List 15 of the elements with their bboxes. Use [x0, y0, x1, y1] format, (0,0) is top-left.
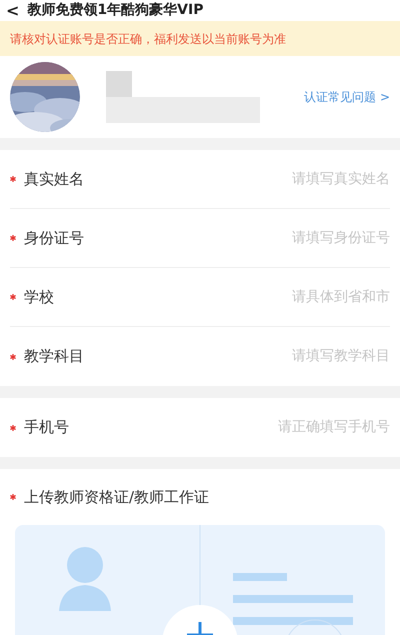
upload-card-drawing[interactable]: [15, 525, 385, 635]
field-label: 教学科目: [24, 346, 84, 368]
input-field[interactable]: 请正确填写手机号: [210, 417, 390, 438]
upload-label: 上传教师资格证/教师工作证: [24, 486, 210, 508]
field-label: 手机号: [24, 417, 69, 438]
input-field[interactable]: 请具体到省和市: [210, 286, 390, 308]
page-title: 教师免费领1年酷狗豪华VIP: [27, 1, 204, 20]
input-field[interactable]: 请填写真实姓名: [210, 168, 390, 190]
input-field[interactable]: 请填写身份证号: [210, 228, 390, 248]
field-label: 身份证号: [24, 228, 84, 249]
field-label: 真实姓名: [24, 168, 84, 190]
back-button[interactable]: <: [6, 2, 20, 18]
notice-banner: 请核对认证账号是否正确，福利发送以当前账号为准: [0, 21, 400, 56]
input-field[interactable]: 请填写教学科目: [210, 346, 390, 367]
field-label: 学校: [24, 286, 54, 308]
